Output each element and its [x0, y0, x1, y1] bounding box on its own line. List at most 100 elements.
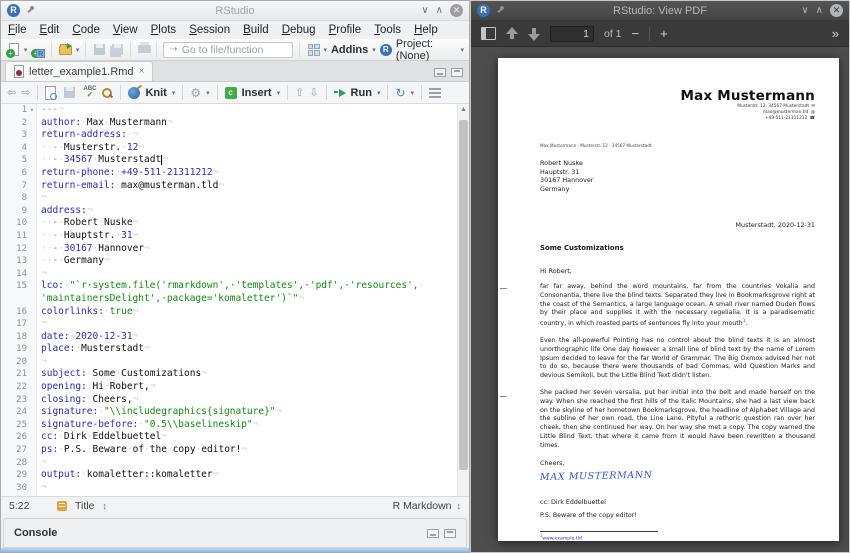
search-icon[interactable]: [101, 87, 113, 99]
file-type-updown-icon[interactable]: ↕: [457, 501, 462, 511]
code-line[interactable]: 30¬: [1, 482, 469, 495]
tab-close-icon[interactable]: ×: [139, 66, 145, 77]
footnote-link[interactable]: www.example.tld: [542, 536, 582, 541]
code-line[interactable]: 20¬: [1, 356, 469, 369]
scrollbar-up-icon[interactable]: ▲: [458, 104, 469, 116]
insert-button[interactable]: Insert: [242, 87, 272, 99]
code-line[interactable]: 1▾---¬: [1, 104, 469, 117]
zoom-out-icon[interactable]: −: [632, 27, 640, 41]
code-line[interactable]: 9address:¬: [1, 205, 469, 218]
pdf-titlebar[interactable]: R RStudio: View PDF ∨ ∧ ✕: [471, 1, 849, 21]
new-file-icon[interactable]: +: [6, 42, 20, 58]
section-selector[interactable]: Title: [75, 500, 94, 512]
gear-dropdown-icon[interactable]: ▾: [206, 89, 210, 97]
menu-help[interactable]: Help: [414, 24, 438, 36]
run-icon[interactable]: [334, 84, 346, 102]
console-minimize-icon[interactable]: [427, 529, 439, 538]
rerun-dropdown-icon[interactable]: ▾: [411, 89, 415, 97]
forward-icon[interactable]: ⇨: [21, 86, 30, 99]
close-icon[interactable]: ✕: [830, 4, 843, 17]
open-file-icon[interactable]: [58, 42, 72, 58]
code-line[interactable]: 25signature-before:·"0.5\\baselineskip"¬: [1, 419, 469, 432]
file-type-selector[interactable]: R Markdown: [393, 500, 452, 512]
save-all-icon[interactable]: [110, 42, 124, 58]
save-source-icon[interactable]: [62, 85, 78, 101]
code-line[interactable]: 27ps:·P.S.·Beware·of·the·copy·editor!¬: [1, 444, 469, 457]
close-icon[interactable]: ✕: [450, 4, 463, 17]
code-line[interactable]: 7return-email:·max@musterman.tld¬: [1, 180, 469, 193]
project-menu[interactable]: R Project: (None) ▾: [380, 38, 464, 62]
menu-plots[interactable]: Plots: [151, 24, 177, 36]
code-line[interactable]: 2author:·Max·Mustermann¬: [1, 117, 469, 130]
go-prev-section-icon[interactable]: ⇧: [295, 86, 304, 99]
page-number-input[interactable]: [550, 26, 594, 42]
zoom-in-icon[interactable]: +: [660, 27, 668, 41]
knit-dropdown-icon[interactable]: ▾: [172, 89, 176, 97]
menu-code[interactable]: Code: [72, 24, 100, 36]
pin-icon[interactable]: [26, 6, 36, 16]
footnote-ref-marker[interactable]: 1: [743, 319, 746, 324]
menu-tools[interactable]: Tools: [374, 24, 401, 36]
code-line[interactable]: 24signature:·"\\includegraphics{signatur…: [1, 406, 469, 419]
sidebar-toggle-icon[interactable]: [481, 27, 496, 40]
code-line[interactable]: 22opening:·Hi·Robert,¬: [1, 381, 469, 394]
menu-session[interactable]: Session: [189, 24, 230, 36]
code-line[interactable]: 21subject:·Some·Customizations¬: [1, 368, 469, 381]
code-line[interactable]: 17¬: [1, 318, 469, 331]
knit-button[interactable]: Knit: [145, 87, 166, 99]
pane-layout-icon[interactable]: [306, 42, 320, 58]
maximize-icon[interactable]: ∧: [436, 4, 443, 17]
previous-page-icon[interactable]: [506, 27, 518, 41]
code-line[interactable]: 26cc:·Dirk·Eddelbuettel¬: [1, 431, 469, 444]
next-page-icon[interactable]: [528, 27, 540, 41]
code-line[interactable]: 19place:·Musterstadt¬: [1, 343, 469, 356]
code-line[interactable]: 5··-·34567·Musterstadt¬: [1, 154, 469, 167]
run-button[interactable]: Run: [351, 87, 372, 99]
insert-dropdown-icon[interactable]: ▾: [277, 89, 281, 97]
code-line[interactable]: 8¬: [1, 192, 469, 205]
editor-scrollbar[interactable]: ▲: [457, 104, 469, 496]
code-line[interactable]: 23closing:·Cheers,¬: [1, 394, 469, 407]
code-line[interactable]: 'maintainersDelight',·package='komalette…: [1, 293, 469, 306]
source-editor[interactable]: 1▾---¬2author:·Max·Mustermann¬3return-ad…: [1, 104, 469, 496]
new-project-icon[interactable]: +R: [31, 42, 45, 58]
menu-build[interactable]: Build: [243, 24, 269, 36]
gear-icon[interactable]: ⚙: [190, 86, 201, 100]
pane-layout-dropdown-icon[interactable]: ▾: [323, 46, 327, 54]
menu-file[interactable]: File: [8, 24, 27, 36]
code-line[interactable]: 12··-·30167·Hannover¬: [1, 243, 469, 256]
knit-yarn-icon[interactable]: [128, 87, 140, 99]
code-line[interactable]: 28¬: [1, 457, 469, 470]
code-line[interactable]: 3return-address:·¬: [1, 129, 469, 142]
code-line[interactable]: 16colorlinks:·true¬: [1, 306, 469, 319]
console-maximize-icon[interactable]: [444, 529, 456, 538]
code-line[interactable]: 13··-·Germany¬: [1, 255, 469, 268]
code-line[interactable]: 15lco:·"`r·system.file('rmarkdown',·'tem…: [1, 280, 469, 293]
back-icon[interactable]: ⇦: [7, 86, 16, 99]
pdf-viewport[interactable]: Max Mustermann Musterstr. 12, 34567 Must…: [471, 47, 849, 552]
addins-button[interactable]: Addins: [331, 44, 368, 56]
code-line[interactable]: 4··-·Musterstr.·12¬: [1, 142, 469, 155]
menu-edit[interactable]: Edit: [40, 24, 60, 36]
minimize-icon[interactable]: ∨: [801, 4, 808, 17]
menu-view[interactable]: View: [113, 24, 138, 36]
pane-minimize-icon[interactable]: [434, 68, 446, 77]
save-icon[interactable]: [92, 42, 106, 58]
spellcheck-icon[interactable]: ABC✓: [83, 87, 96, 99]
menu-profile[interactable]: Profile: [329, 24, 362, 36]
rerun-icon[interactable]: ↻: [395, 86, 405, 100]
code-line[interactable]: 6return-phone:·+49-511-21311212¬: [1, 167, 469, 180]
code-line[interactable]: 18date:·2020-12-31¬: [1, 331, 469, 344]
code-line[interactable]: 14¬: [1, 268, 469, 281]
open-file-dropdown-icon[interactable]: ▾: [76, 46, 80, 54]
code-line[interactable]: 11··-·Hauptstr.·31¬: [1, 230, 469, 243]
code-line[interactable]: 10··-·Robert·Nuske¬: [1, 217, 469, 230]
scrollbar-thumb[interactable]: [459, 120, 468, 470]
addins-dropdown-icon[interactable]: ▾: [372, 46, 376, 54]
menu-debug[interactable]: Debug: [282, 24, 316, 36]
tab-letter-example1[interactable]: letter_example1.Rmd ×: [5, 61, 153, 81]
run-dropdown-icon[interactable]: ▾: [377, 89, 381, 97]
insert-chunk-icon[interactable]: c: [225, 87, 237, 99]
goto-file-input[interactable]: ➝ Go to file/function: [163, 42, 292, 58]
fold-toggle-icon[interactable]: ▾: [27, 104, 37, 117]
